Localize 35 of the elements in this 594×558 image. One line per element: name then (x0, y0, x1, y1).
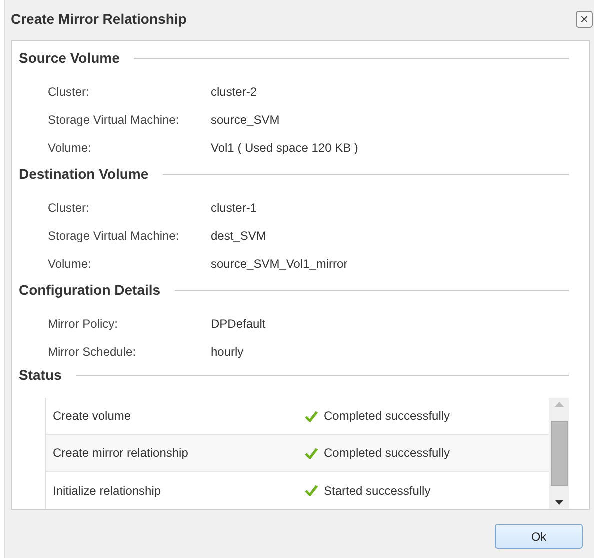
field-label: Storage Virtual Machine: (48, 113, 180, 127)
section-heading: Configuration Details (19, 282, 161, 298)
section-heading: Destination Volume (19, 166, 149, 182)
field-value: dest_SVM (211, 229, 266, 243)
field-label: Mirror Policy: (48, 317, 120, 331)
result-cell: Completed successfully (324, 409, 450, 423)
check-icon (305, 485, 318, 496)
result-cell: Completed successfully (324, 446, 450, 460)
task-cell-text: Create volume (52, 409, 132, 423)
field-label: Mirror Schedule: (48, 345, 138, 359)
result-cell: Started successfully (324, 484, 431, 498)
field-value: Vol1 ( Used space 120 KB ) (211, 141, 358, 155)
field-value: source_SVM_Vol1_mirror (211, 257, 348, 271)
field-label: Cluster: (48, 201, 90, 215)
field-value: cluster-2 (211, 85, 258, 99)
task-cell-text: Create mirror relationship (52, 446, 190, 460)
field-value: cluster-1 (211, 201, 258, 215)
scroll-down-arrow-icon[interactable] (554, 500, 564, 505)
field-value: hourly (211, 345, 244, 359)
task-cell-text: Initialize relationship (52, 484, 162, 498)
scroll-up-arrow-icon[interactable] (554, 402, 564, 407)
section-heading: Status (19, 367, 62, 383)
field-label: Volume: (48, 257, 92, 271)
ok-button[interactable]: Ok (495, 524, 583, 549)
scrollbar[interactable] (549, 398, 569, 509)
field-label: Volume: (48, 141, 92, 155)
close-button[interactable]: × (576, 10, 593, 28)
window-title: Create Mirror Relationship (11, 11, 187, 27)
check-icon (305, 448, 318, 458)
field-value: source_SVM (211, 113, 280, 127)
check-icon (305, 410, 318, 422)
field-label: Cluster: (48, 85, 90, 99)
section-heading: Source Volume (19, 50, 120, 66)
field-value: DPDefault (211, 317, 266, 331)
field-label: Storage Virtual Machine: (48, 229, 180, 243)
